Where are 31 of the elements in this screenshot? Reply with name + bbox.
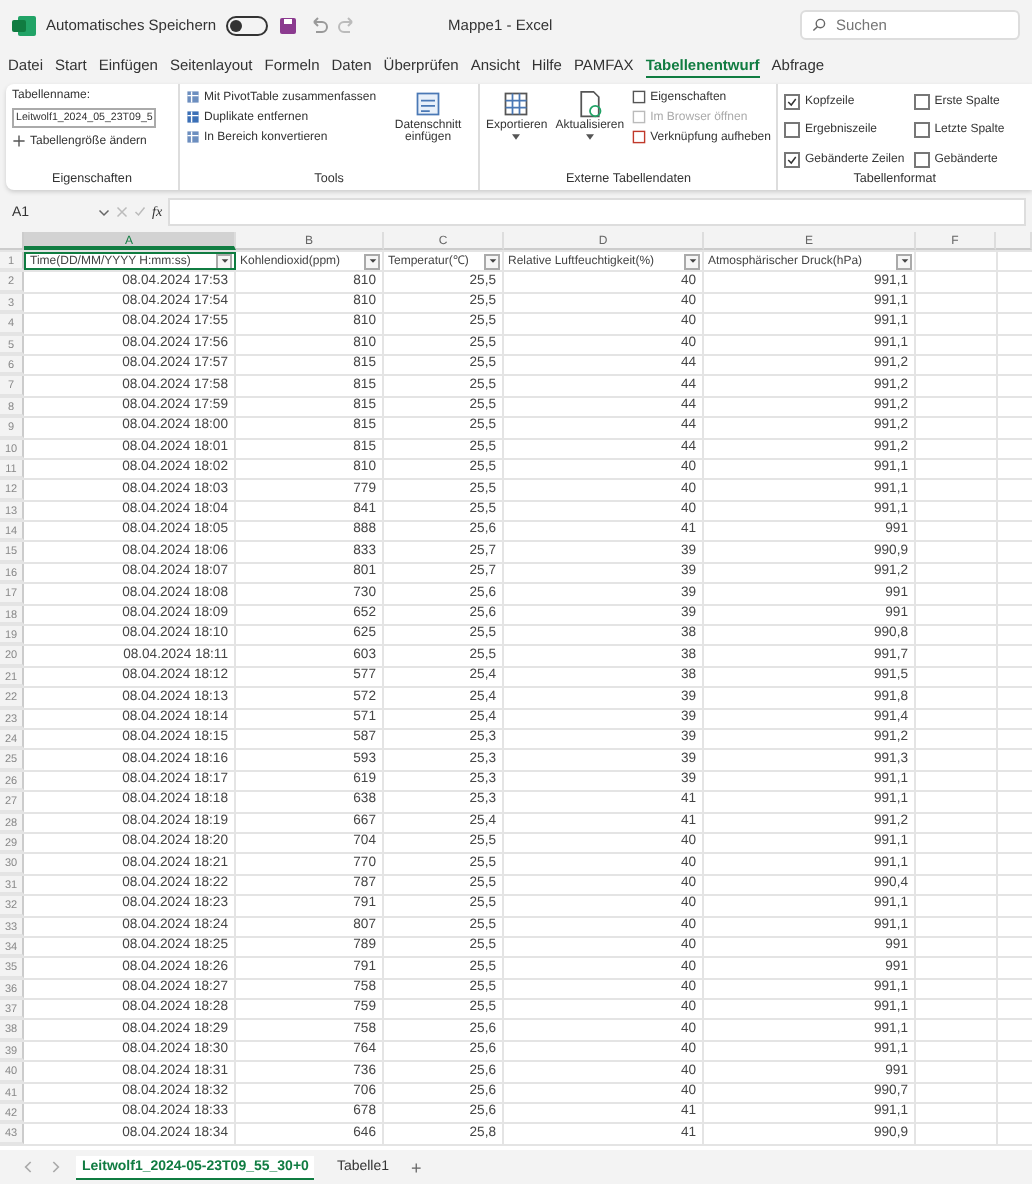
checkbox-icon[interactable] (784, 122, 801, 139)
check-icon (134, 206, 146, 218)
save-icon[interactable] (278, 15, 299, 35)
checkbox-icon[interactable] (914, 122, 931, 139)
checkbox-icon[interactable] (784, 152, 801, 169)
search-icon (812, 18, 826, 32)
table-icon (186, 110, 200, 124)
caret-icon (512, 134, 521, 140)
formula-input[interactable] (168, 198, 1026, 226)
undo-icon[interactable] (308, 15, 329, 35)
chevron-down-icon[interactable] (98, 206, 110, 218)
slicer-icon (414, 90, 443, 118)
unlink-icon (632, 130, 647, 144)
filter-dropdown-icon[interactable] (484, 253, 500, 270)
spreadsheet-logo-icon (12, 13, 36, 37)
checkbox-icon[interactable] (784, 93, 801, 110)
filter-dropdown-icon[interactable] (684, 253, 700, 270)
caret-icon (585, 134, 594, 140)
table-icon (186, 130, 200, 144)
add-sheet-button[interactable]: + (411, 1157, 422, 1177)
document-refresh-icon (575, 90, 604, 118)
autosave-toggle[interactable] (226, 15, 269, 35)
filter-dropdown-icon[interactable] (216, 254, 232, 269)
table-icon (186, 90, 200, 104)
cancel-icon (116, 206, 128, 218)
resize-icon (12, 134, 26, 148)
checkbox-icon[interactable] (914, 152, 931, 169)
filter-dropdown-icon[interactable] (364, 253, 380, 270)
filter-dropdown-icon[interactable] (896, 253, 912, 270)
checkbox-icon[interactable] (914, 93, 931, 110)
grid-icon (502, 90, 531, 118)
